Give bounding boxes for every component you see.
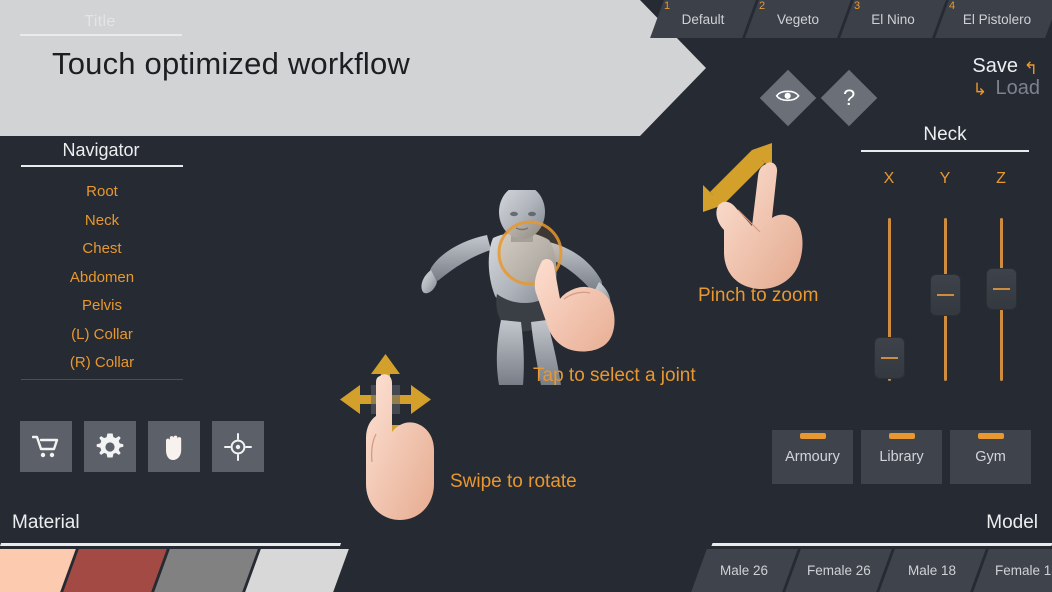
material-swatch-light-gray[interactable] — [245, 549, 349, 592]
swipe-gesture-label: Swipe to rotate — [450, 471, 577, 492]
save-button[interactable]: Save — [972, 55, 1018, 78]
slider-y[interactable]: Y — [925, 170, 965, 385]
preset-tab-number: 1 — [664, 0, 671, 12]
preset-tab-number: 4 — [949, 0, 956, 12]
preset-tab-label: Default — [681, 12, 725, 27]
material-swatch-dark-red[interactable] — [63, 549, 167, 592]
settings-button[interactable] — [84, 421, 136, 472]
model-tab-label: Male 18 — [908, 563, 957, 578]
navigator-bottom-divider — [21, 379, 183, 380]
preset-tab-2[interactable]: 2 Vegeto — [745, 0, 851, 38]
slider-x[interactable]: X — [869, 170, 909, 385]
navigator-underline — [21, 165, 183, 167]
app-root: Title Touch optimized workflow 1 Default… — [0, 0, 1052, 592]
question-mark-icon: ? — [842, 85, 856, 110]
save-load-group: Save ↰ ↳ Load — [920, 55, 1040, 101]
navigator-list: Root Neck Chest Abdomen Pelvis (L) Colla… — [21, 178, 183, 378]
save-arrow-icon: ↰ — [1023, 59, 1038, 78]
material-section-label: Material — [12, 512, 80, 533]
page-title: Touch optimized workflow — [52, 46, 411, 81]
slider-x-label: X — [883, 170, 895, 187]
tap-gesture-label: Tap to select a joint — [533, 365, 696, 386]
neck-panel-title: Neck — [923, 124, 967, 145]
library-button[interactable]: Library — [861, 430, 942, 484]
slider-z[interactable]: Z — [981, 170, 1021, 385]
hand-icon — [162, 433, 186, 461]
slider-z-handle[interactable] — [986, 268, 1017, 310]
swipe-hand-icon — [366, 374, 434, 520]
gym-button[interactable]: Gym — [950, 430, 1031, 484]
navigator-title: Navigator — [62, 140, 140, 160]
target-icon — [224, 432, 252, 461]
pinch-hand-icon — [716, 162, 803, 290]
slider-x-handle[interactable] — [874, 337, 905, 379]
category-button-row: Armoury Library Gym — [772, 430, 1031, 484]
load-arrow-icon: ↳ — [972, 80, 987, 99]
pinch-gesture-label: Pinch to zoom — [698, 285, 819, 306]
tap-hand-icon — [534, 258, 615, 352]
model-tab-female-18[interactable]: Female 18 — [973, 549, 1052, 592]
cart-icon — [32, 434, 60, 460]
preset-tab-label: El Pistolero — [962, 12, 1032, 27]
armoury-button[interactable]: Armoury — [772, 430, 853, 484]
preset-tab-bar: 1 Default 2 Vegeto 3 El Nino 4 El Pistol… — [650, 0, 1052, 38]
model-tab-label: Female 26 — [806, 563, 871, 578]
preset-tab-label: Vegeto — [776, 12, 820, 27]
load-button[interactable]: Load — [996, 77, 1041, 100]
title-field-label: Title — [84, 13, 116, 30]
neck-panel-underline — [861, 150, 1029, 152]
preset-tab-label: El Nino — [871, 12, 915, 27]
sidebar-item-chest[interactable]: Chest — [21, 235, 183, 264]
sidebar-item-left-collar[interactable]: (L) Collar — [21, 321, 183, 350]
focus-target-button[interactable] — [212, 421, 264, 472]
shop-button[interactable] — [20, 421, 72, 472]
model-tab-male-26[interactable]: Male 26 — [691, 549, 798, 592]
sidebar-item-neck[interactable]: Neck — [21, 207, 183, 236]
pan-button[interactable] — [148, 421, 200, 472]
preset-tab-4[interactable]: 4 El Pistolero — [935, 0, 1052, 38]
material-divider — [0, 543, 342, 546]
title-underline — [20, 34, 182, 36]
eye-icon — [776, 88, 800, 109]
preset-tab-number: 2 — [759, 0, 766, 12]
preset-tab-number: 3 — [854, 0, 861, 12]
sidebar-item-pelvis[interactable]: Pelvis — [21, 292, 183, 321]
material-swatch-gray[interactable] — [154, 549, 258, 592]
help-button[interactable]: ? — [820, 69, 878, 127]
visibility-toggle-button[interactable] — [759, 69, 817, 127]
sidebar-item-abdomen[interactable]: Abdomen — [21, 264, 183, 293]
gear-icon — [96, 433, 124, 461]
toolbar — [20, 421, 264, 472]
model-tab-label: Female 18 — [994, 563, 1052, 578]
model-tab-female-26[interactable]: Female 26 — [785, 549, 892, 592]
slider-y-label: Y — [939, 170, 951, 187]
slider-z-label: Z — [996, 170, 1006, 187]
preset-tab-1[interactable]: 1 Default — [650, 0, 756, 38]
model-section-label: Model — [986, 512, 1038, 533]
model-tab-strip: Male 26 Female 26 Male 18 Female 18 — [691, 549, 1052, 592]
model-tab-male-18[interactable]: Male 18 — [879, 549, 986, 592]
model-tab-label: Male 26 — [720, 563, 769, 578]
slider-y-handle[interactable] — [930, 274, 961, 316]
sidebar-item-root[interactable]: Root — [21, 178, 183, 207]
preset-tab-3[interactable]: 3 El Nino — [840, 0, 946, 38]
material-swatch-strip — [0, 549, 349, 592]
sidebar-item-right-collar[interactable]: (R) Collar — [21, 349, 183, 378]
model-divider — [711, 543, 1052, 546]
